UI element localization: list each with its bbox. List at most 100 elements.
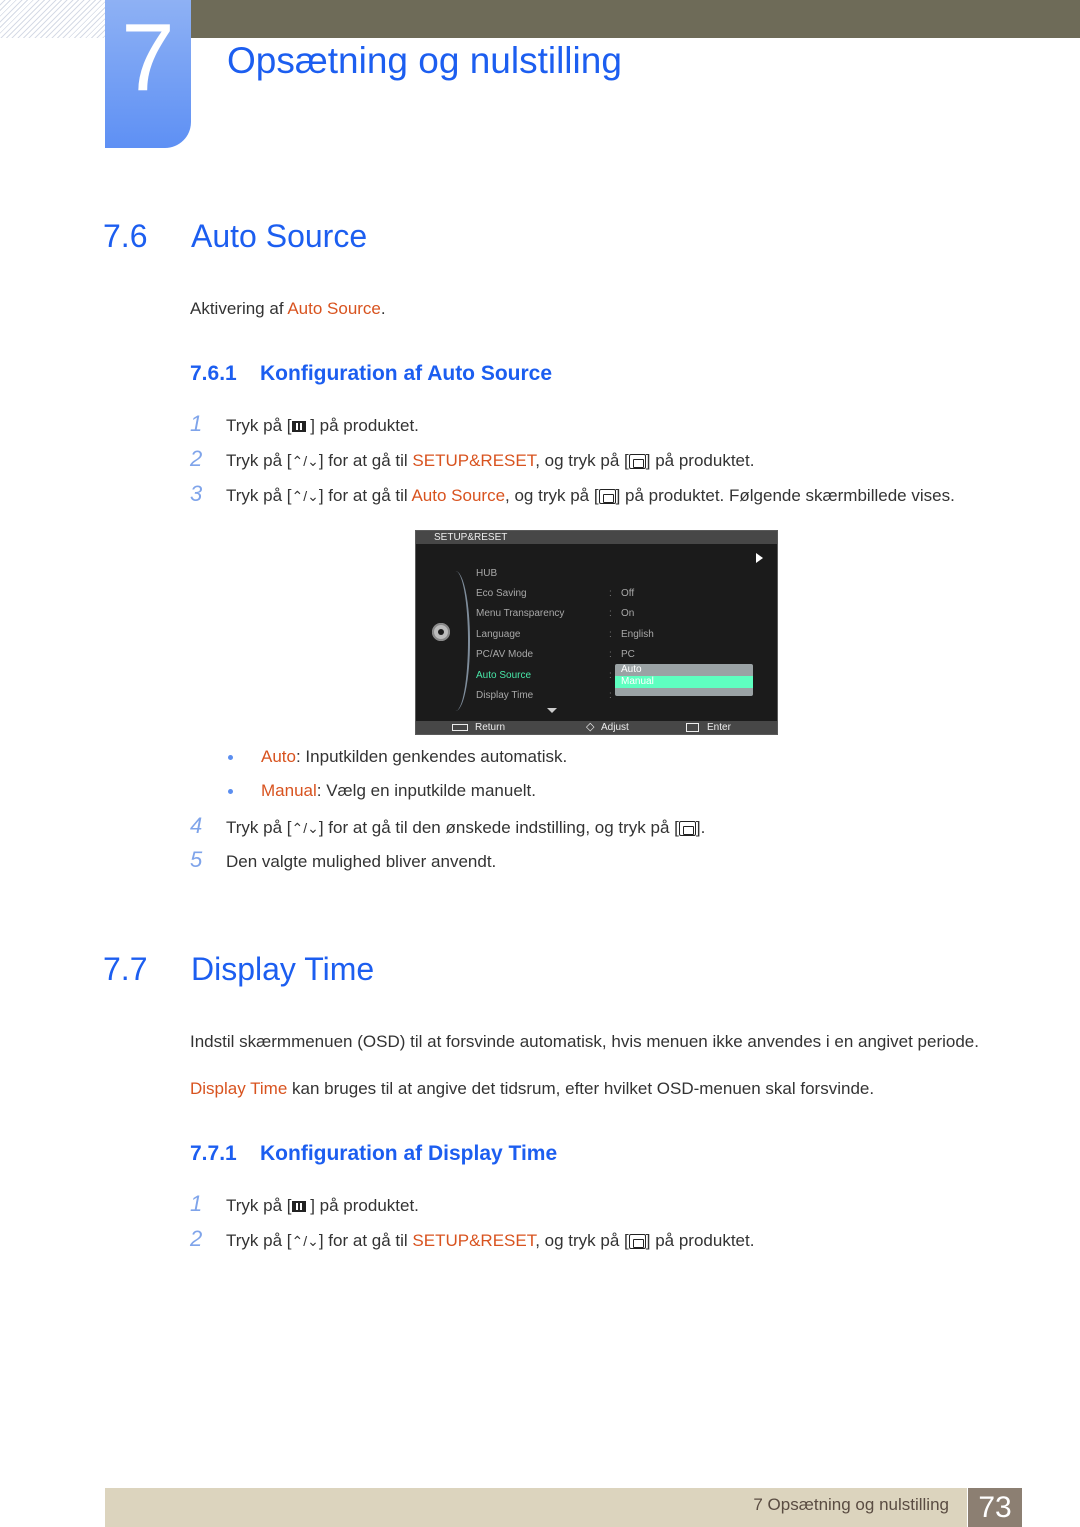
step-text: Tryk på [	[226, 818, 292, 837]
enter-icon	[678, 821, 696, 836]
osd-label: Eco Saving	[476, 588, 527, 599]
up-down-icon: ⌃/⌄	[291, 488, 319, 505]
step-text: ] på produktet. Følgende skærmbillede vi…	[615, 486, 955, 505]
up-down-icon: ⌃/⌄	[291, 453, 319, 470]
osd-value: Off	[621, 588, 635, 599]
paragraph-2: Display Time kan bruges til at angive de…	[190, 1079, 874, 1099]
step-highlight: SETUP&RESET	[412, 1231, 536, 1250]
osd-label: Menu Transparency	[476, 608, 565, 619]
step-text: Tryk på [	[226, 1231, 292, 1250]
enter-icon	[598, 489, 616, 504]
enter-icon	[628, 1234, 646, 1249]
para-text: kan bruges til at angive det tidsrum, ef…	[287, 1079, 875, 1098]
page-number: 73	[968, 1488, 1022, 1527]
intro-suffix: .	[380, 299, 386, 318]
step-highlight: SETUP&RESET	[412, 451, 536, 470]
osd-return-label: Return	[475, 722, 506, 733]
step-1: 1 Tryk på [ ] på produktet.	[190, 1191, 419, 1217]
step-text: Den valgte mulighed bliver anvendt.	[226, 852, 497, 871]
step-text: ] for at gå til	[318, 486, 412, 505]
osd-footer: Return ◇ Adjust Enter	[416, 721, 777, 734]
step-text: Tryk på [	[226, 1196, 292, 1215]
paragraph-1: Indstil skærmmenuen (OSD) til at forsvin…	[190, 1032, 979, 1051]
section-number: 7.6	[103, 218, 148, 254]
subsection-title: Konfiguration af Display Time	[260, 1142, 558, 1165]
step-text: ] på produktet.	[645, 1231, 755, 1250]
step-text: ] for at gå til den ønskede indstilling,…	[318, 818, 679, 837]
step-number: 1	[190, 411, 203, 436]
osd-label: Language	[476, 629, 521, 640]
adjust-icon: ◇	[586, 721, 595, 733]
bullet-text: : Vælg en inputkilde manuelt.	[316, 781, 537, 800]
bullet-highlight: Manual	[261, 781, 317, 800]
step-text: ] for at gå til	[318, 451, 413, 470]
step-text: Tryk på [	[226, 451, 292, 470]
osd-dropdown: Auto Manual	[615, 664, 753, 696]
section-title: Auto Source	[191, 218, 368, 254]
osd-row: Menu Transparency: On	[476, 608, 635, 619]
osd-row: PC/AV Mode: PC	[476, 649, 635, 660]
osd-label: PC/AV Mode	[476, 649, 534, 660]
gear-icon	[432, 623, 450, 641]
osd-row: Language: English	[476, 629, 654, 640]
step-number: 2	[190, 1226, 203, 1251]
osd-label: Auto Source	[476, 670, 532, 681]
subsection-heading-7-7-1: 7.7.1 Konfiguration af Display Time	[190, 1142, 557, 1166]
step-number: 2	[190, 446, 203, 471]
bullet-manual: Manual: Vælg en inputkilde manuelt.	[228, 781, 536, 801]
scroll-down-icon	[547, 708, 557, 713]
bullet-dot	[228, 755, 233, 761]
para-highlight: Display Time	[190, 1079, 288, 1098]
step-3: 3 Tryk på [⌃/⌄] for at gå til Auto Source…	[190, 481, 955, 507]
return-icon	[452, 724, 468, 731]
step-number: 1	[190, 1191, 203, 1216]
osd-arc-decoration	[446, 571, 470, 711]
osd-label: Display Time	[476, 690, 534, 701]
enter-icon	[686, 723, 699, 732]
bullet-auto: Auto: Inputkilden genkendes automatisk.	[228, 747, 567, 767]
intro-text: Aktivering af	[190, 299, 288, 318]
section-number: 7.7	[103, 951, 148, 987]
footer-spacer	[1022, 1488, 1080, 1527]
step-1: 1 Tryk på [ ] på produktet.	[190, 411, 419, 437]
step-text: Tryk på [	[226, 416, 292, 435]
page-footer: 7 Opsætning og nulstilling	[105, 1488, 967, 1527]
up-down-icon: ⌃/⌄	[291, 820, 319, 837]
intro-paragraph: Aktivering af Auto Source.	[190, 299, 386, 319]
header-hatch-decoration	[0, 0, 106, 38]
osd-label: HUB	[476, 568, 498, 579]
subsection-heading-7-6-1: 7.6.1 Konfiguration af Auto Source	[190, 362, 552, 386]
up-down-icon: ⌃/⌄	[291, 1233, 319, 1250]
chapter-badge: 7	[105, 0, 191, 148]
step-text: ] på produktet.	[645, 451, 755, 470]
menu-icon	[291, 1201, 306, 1212]
step-text: ] på produktet.	[305, 1196, 419, 1215]
step-text: ] på produktet.	[305, 416, 419, 435]
step-text: , og tryk på [	[505, 486, 599, 505]
bullet-dot	[228, 789, 233, 795]
step-2: 2 Tryk på [⌃/⌄] for at gå til SETUP&RESET…	[190, 446, 754, 472]
step-text: , og tryk på [	[535, 1231, 629, 1250]
subsection-number: 7.7.1	[190, 1142, 237, 1165]
osd-screenshot: SETUP&RESET HUB Eco Saving: Off Menu Tran…	[415, 530, 778, 735]
header-bar	[190, 0, 1080, 38]
osd-enter-label: Enter	[707, 722, 731, 733]
footer-chapter-label: 7 Opsætning og nulstilling	[753, 1495, 949, 1514]
step-number: 4	[190, 813, 203, 838]
step-text: , og tryk på [	[535, 451, 629, 470]
step-highlight: Auto Source	[411, 486, 506, 505]
chapter-number: 7	[121, 4, 175, 111]
play-arrow-icon	[756, 553, 763, 563]
step-2: 2 Tryk på [⌃/⌄] for at gå til SETUP&RESET…	[190, 1226, 754, 1252]
menu-icon	[291, 421, 306, 432]
osd-row: Eco Saving: Off	[476, 588, 635, 599]
subsection-number: 7.6.1	[190, 362, 237, 385]
osd-value: PC	[621, 649, 635, 660]
section-heading-7-6: 7.6 Auto Source	[103, 218, 367, 255]
section-heading-7-7: 7.7 Display Time	[103, 951, 374, 988]
step-text: ] for at gå til	[318, 1231, 413, 1250]
bullet-text: : Inputkilden genkendes automatisk.	[295, 747, 568, 766]
bullet-highlight: Auto	[261, 747, 296, 766]
osd-option-auto: Auto	[621, 664, 642, 675]
osd-option-manual: Manual	[615, 676, 753, 688]
